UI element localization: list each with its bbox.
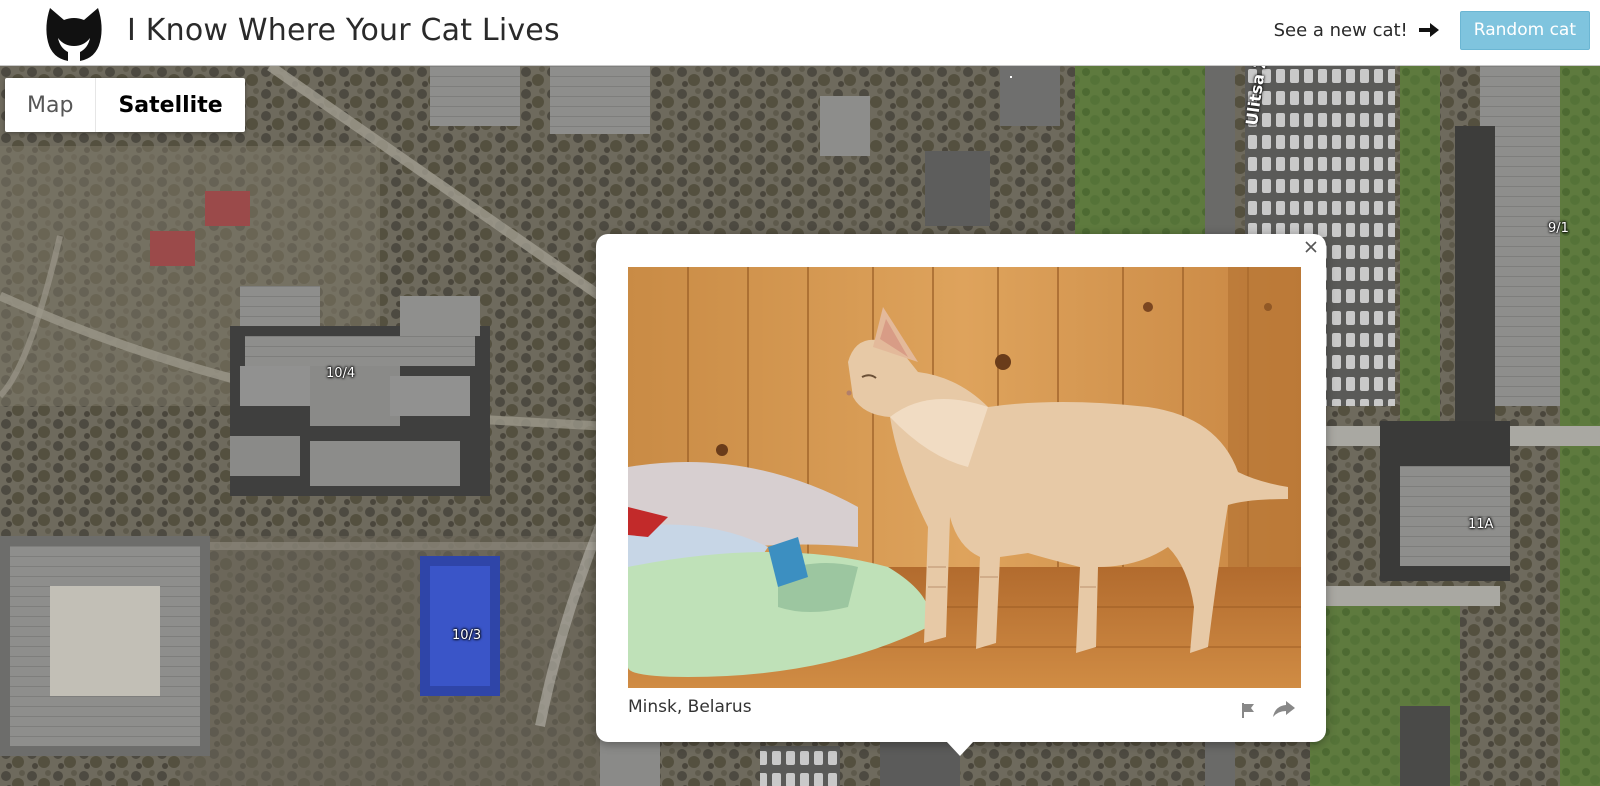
map-type-map[interactable]: Map bbox=[5, 78, 95, 132]
building-label: 10/3 bbox=[452, 628, 482, 643]
map-type-control: Map Satellite bbox=[5, 78, 245, 132]
random-cat-button[interactable]: Random cat bbox=[1459, 10, 1590, 50]
arrow-right-icon bbox=[1418, 21, 1440, 39]
header-actions: See a new cat! Random cat bbox=[1274, 10, 1590, 50]
cat-location: Minsk, Belarus bbox=[628, 697, 752, 717]
site-header: I Know Where Your Cat Lives See a new ca… bbox=[0, 0, 1600, 66]
site-title[interactable]: I Know Where Your Cat Lives bbox=[127, 13, 560, 48]
cat-photo[interactable] bbox=[628, 267, 1301, 688]
close-icon[interactable] bbox=[1302, 238, 1320, 256]
flag-icon[interactable] bbox=[1239, 701, 1257, 719]
new-cat-text: See a new cat! bbox=[1273, 19, 1408, 41]
building-label: 10/4 bbox=[326, 366, 356, 381]
share-icon[interactable] bbox=[1272, 699, 1296, 719]
popup-pointer bbox=[946, 741, 974, 756]
cat-head-icon[interactable] bbox=[44, 6, 104, 62]
building-label: 9/1 bbox=[1548, 221, 1569, 236]
map-type-satellite[interactable]: Satellite bbox=[95, 78, 244, 132]
building-label: 11A bbox=[1468, 517, 1494, 532]
cat-info-popup: Minsk, Belarus bbox=[596, 234, 1326, 756]
